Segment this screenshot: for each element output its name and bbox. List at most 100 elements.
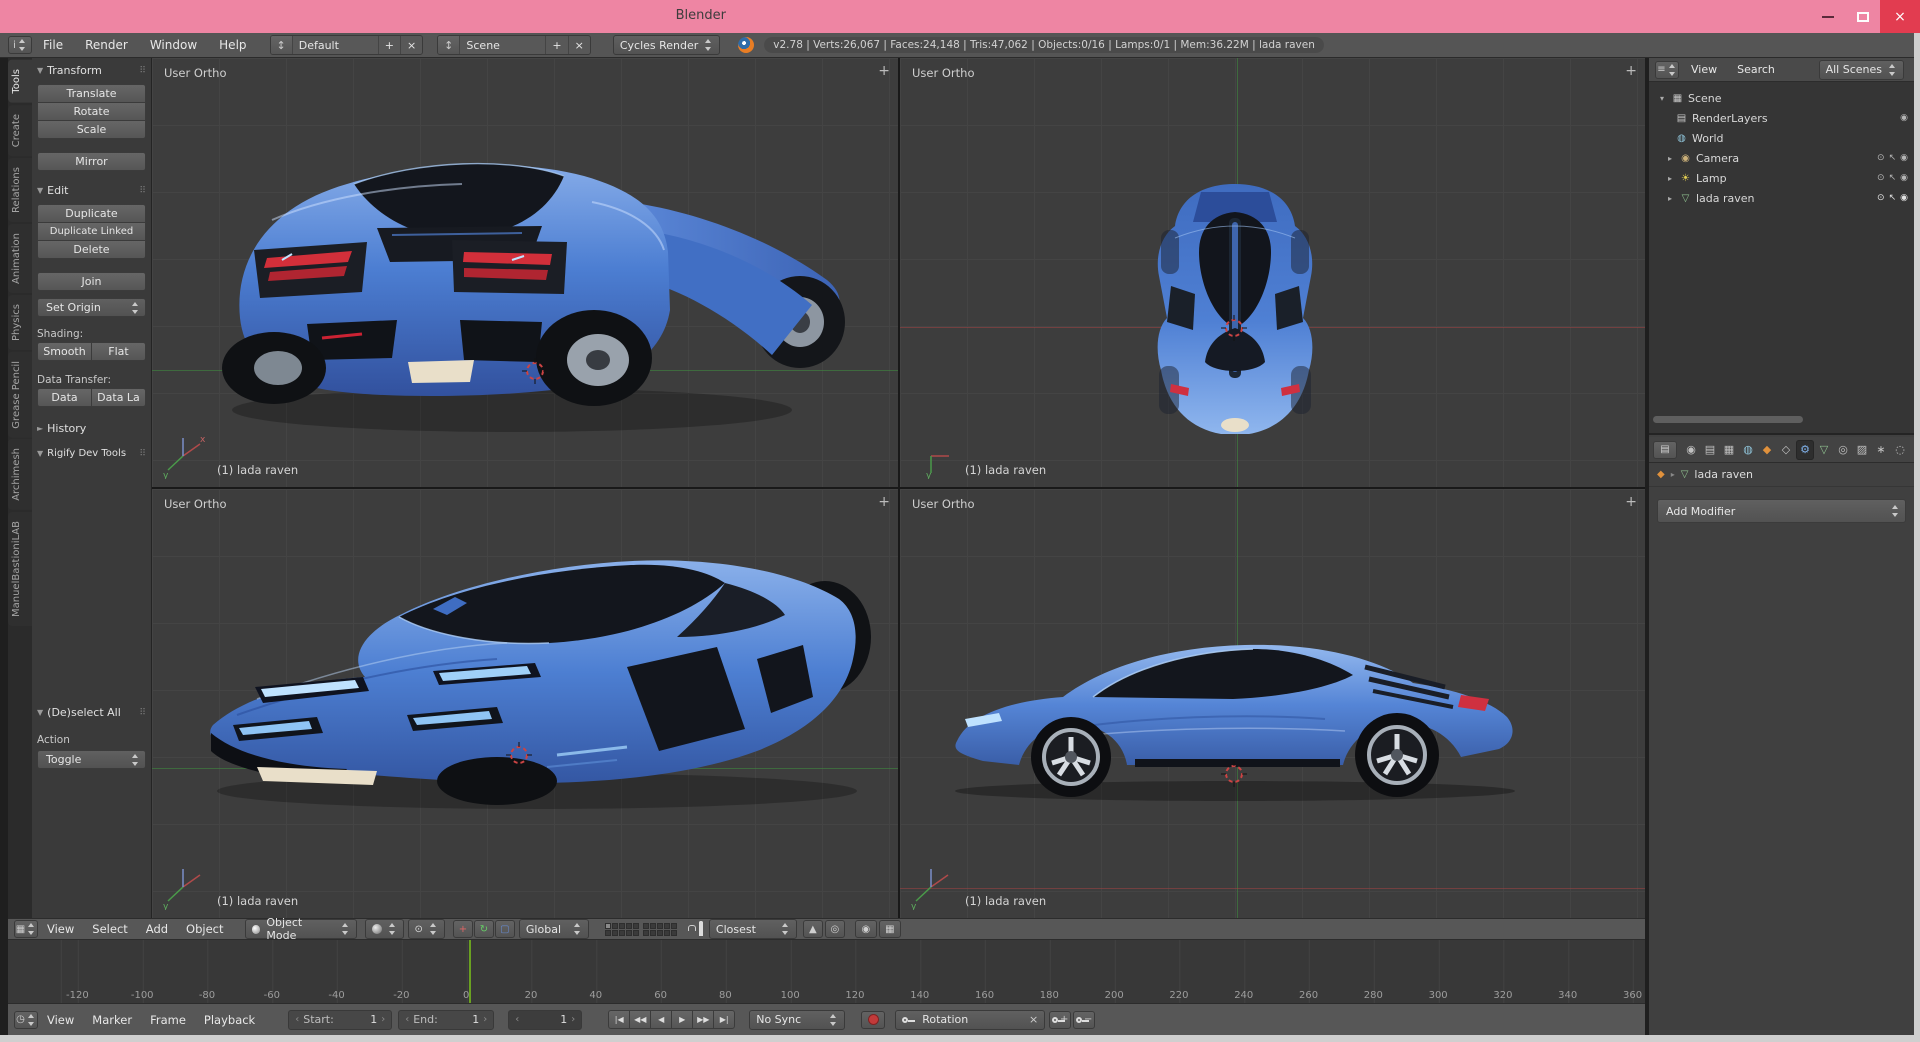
menu-window[interactable]: Window [139, 38, 208, 52]
expand-icon[interactable]: ▸ [1665, 194, 1675, 203]
tab-archimesh[interactable]: Archimesh [8, 439, 32, 510]
play-button[interactable]: ▶ [671, 1010, 693, 1029]
outliner-row-renderlayers[interactable]: ▤ RenderLayers ◉ [1649, 108, 1914, 128]
join-button[interactable]: Join [37, 272, 146, 291]
mode-select[interactable]: Object Mode [245, 919, 357, 939]
menu-file[interactable]: File [32, 38, 74, 52]
close-button[interactable]: × [1880, 0, 1920, 33]
layer-buttons[interactable] [605, 923, 677, 936]
duplicate-linked-button[interactable]: Duplicate Linked [37, 222, 146, 241]
timeline-menu-playback[interactable]: Playback [195, 1013, 264, 1027]
clear-keying-set-icon[interactable]: × [1029, 1013, 1038, 1026]
region-expand-icon[interactable]: + [1625, 494, 1637, 510]
editor-type-3dview-icon[interactable]: ▦ [14, 920, 38, 938]
scene-name[interactable]: Scene [459, 36, 545, 54]
increment-icon[interactable]: › [483, 1014, 487, 1025]
screen-layout-name[interactable]: Default [292, 36, 378, 54]
timeline-menu-marker[interactable]: Marker [83, 1013, 141, 1027]
decrement-icon[interactable]: ‹ [295, 1014, 299, 1025]
outliner-menu-search[interactable]: Search [1729, 63, 1783, 76]
smooth-button[interactable]: Smooth [37, 342, 92, 361]
tab-particles[interactable]: ∗ [1872, 440, 1890, 460]
render-toggle-icon[interactable]: ◉ [1900, 153, 1908, 163]
translate-button[interactable]: Translate [37, 84, 146, 103]
outliner-row-scene[interactable]: ▾ ▦ Scene [1649, 88, 1914, 108]
editor-type-properties-icon[interactable]: ▤ [1653, 441, 1677, 459]
end-frame-field[interactable]: ‹ End: 1 › [398, 1010, 494, 1030]
snap-magnet-icon[interactable] [699, 923, 703, 936]
visibility-toggle-icon[interactable]: ⊙ [1877, 153, 1885, 163]
tab-object-data[interactable]: ▽ [1815, 440, 1833, 460]
view3d-menu-add[interactable]: Add [137, 922, 177, 936]
tab-create[interactable]: Create [8, 105, 32, 156]
scene-add-button[interactable]: + [545, 36, 567, 54]
prev-keyframe-button[interactable]: ◀◀ [629, 1010, 651, 1029]
flat-button[interactable]: Flat [91, 342, 146, 361]
render-engine-select[interactable]: Cycles Render [613, 35, 720, 55]
opengl-render-anim-icon[interactable]: ▦ [879, 920, 901, 938]
view3d-menu-select[interactable]: Select [83, 922, 136, 936]
scene-delete-button[interactable]: × [568, 36, 590, 54]
tab-modifiers[interactable]: ⚙ [1796, 440, 1814, 460]
panel-edit-header[interactable]: ▼ Edit ⠿ [37, 184, 146, 197]
tab-manuelbastionilab[interactable]: ManuelBastioniLAB [8, 512, 32, 626]
expand-icon[interactable]: ▾ [1657, 94, 1667, 103]
next-keyframe-button[interactable]: ▶▶ [692, 1010, 714, 1029]
timeline-menu-frame[interactable]: Frame [141, 1013, 195, 1027]
viewport-top-view[interactable]: User Ortho y (1) lada raven + [900, 58, 1645, 487]
viewport-side-view[interactable]: User Ortho y (1) lada raven + [900, 489, 1645, 918]
scale-button[interactable]: Scale [37, 120, 146, 139]
tab-relations[interactable]: Relations [8, 158, 32, 222]
tab-texture[interactable]: ▨ [1853, 440, 1871, 460]
tab-grease-pencil[interactable]: Grease Pencil [8, 352, 32, 438]
auto-keyframe-record-button[interactable] [861, 1011, 885, 1029]
viewport-shading-select[interactable] [365, 919, 404, 939]
view3d-menu-view[interactable]: View [38, 922, 83, 936]
timeline-ruler[interactable]: -120-100-80-60-40-2002040608010012014016… [8, 940, 1645, 1004]
menu-render[interactable]: Render [74, 38, 139, 52]
increment-icon[interactable]: › [571, 1014, 575, 1025]
outliner-row-world[interactable]: ◍ World [1649, 128, 1914, 148]
outliner-row-lamp[interactable]: ▸ ☀ Lamp ⊙ ↖ ◉ [1649, 168, 1914, 188]
outliner-display-select[interactable]: All Scenes [1819, 60, 1904, 80]
outliner-row-camera[interactable]: ▸ ◉ Camera ⊙ ↖ ◉ [1649, 148, 1914, 168]
manipulator-scale-icon[interactable]: ▢ [495, 920, 515, 938]
tab-physics[interactable]: ◌ [1891, 440, 1909, 460]
menu-help[interactable]: Help [208, 38, 257, 52]
data-button[interactable]: Data [37, 388, 92, 407]
decrement-icon[interactable]: ‹ [515, 1014, 519, 1025]
panel-deselect-header[interactable]: ▼ (De)select All ⠿ [37, 706, 146, 719]
region-expand-icon[interactable]: + [1625, 63, 1637, 79]
tab-render-layers[interactable]: ▤ [1701, 440, 1719, 460]
play-reverse-button[interactable]: ◀ [650, 1010, 672, 1029]
tab-object[interactable]: ◆ [1758, 440, 1776, 460]
set-origin-select[interactable]: Set Origin [37, 298, 146, 317]
pivot-center-select[interactable]: ⊙ [408, 919, 445, 939]
tab-constraints[interactable]: ◇ [1777, 440, 1795, 460]
tab-render[interactable]: ◉ [1682, 440, 1700, 460]
editor-type-info-icon[interactable]: i [8, 36, 32, 54]
snap-element-select[interactable]: Closest [709, 919, 797, 939]
visibility-toggle-icon[interactable]: ⊙ [1877, 173, 1885, 183]
add-modifier-button[interactable]: Add Modifier [1657, 499, 1906, 523]
viewport-rear-view[interactable]: User Ortho y x (1) lada raven + [152, 58, 898, 487]
outliner-menu-view[interactable]: View [1683, 63, 1725, 76]
start-frame-field[interactable]: ‹ Start: 1 › [288, 1010, 392, 1030]
visibility-toggle-icon[interactable]: ⊙ [1877, 193, 1885, 203]
panel-history-header[interactable]: ► History [37, 422, 146, 435]
tab-world[interactable]: ◍ [1739, 440, 1757, 460]
scene-browse-icon[interactable]: ↕ [438, 36, 459, 54]
jump-to-start-button[interactable]: |◀ [608, 1010, 630, 1029]
rotate-button[interactable]: Rotate [37, 102, 146, 121]
decrement-icon[interactable]: ‹ [405, 1014, 409, 1025]
tab-scene[interactable]: ▦ [1720, 440, 1738, 460]
current-frame-field[interactable]: ‹ 1 › [508, 1010, 582, 1030]
expand-icon[interactable]: ▸ [1665, 174, 1675, 183]
jump-to-end-button[interactable]: ▶| [713, 1010, 735, 1029]
increment-icon[interactable]: › [381, 1014, 385, 1025]
delete-keyframe-button[interactable]: − [1073, 1011, 1095, 1029]
snap-peel-icon[interactable]: ◎ [825, 920, 845, 938]
screen-add-button[interactable]: + [378, 36, 400, 54]
manipulator-translate-icon[interactable]: + [453, 920, 473, 938]
mirror-button[interactable]: Mirror [37, 152, 146, 171]
